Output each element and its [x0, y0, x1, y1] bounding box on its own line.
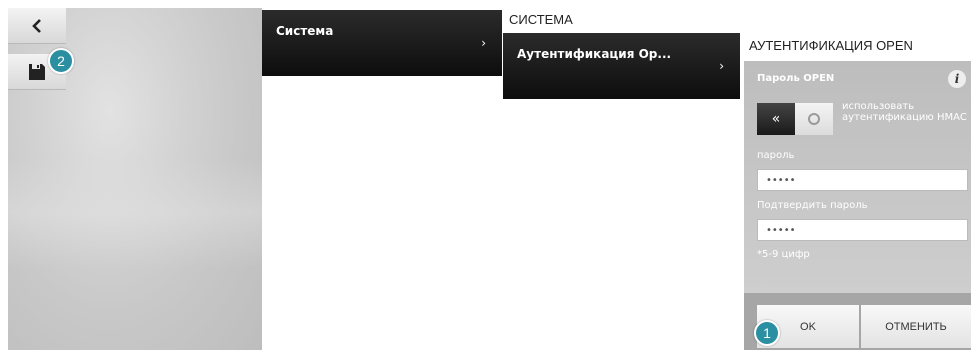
column-title-system: СИСТЕМА: [509, 12, 573, 27]
hmac-toggle-label: использовать аутентификацию HMAC: [842, 101, 967, 123]
password-label: пароль: [757, 150, 795, 161]
password-field[interactable]: •••••: [757, 169, 968, 191]
field-heading: Пароль OPEN: [757, 73, 835, 84]
menu-item-system-label: Система: [276, 24, 334, 38]
confirm-password-field[interactable]: •••••: [757, 219, 968, 241]
callout-2: 2: [48, 48, 74, 74]
menu-item-open-auth[interactable]: Аутентификация Op... ›: [503, 33, 740, 99]
button-bar: OK ОТМЕНИТЬ: [744, 293, 971, 350]
confirm-password-label: Подтвердить пароль: [757, 200, 868, 211]
chevron-left-icon: [32, 18, 41, 33]
menu-item-system[interactable]: Система ›: [262, 10, 502, 76]
hmac-toggle[interactable]: «: [757, 103, 833, 135]
panel-title: АУТЕНТИФИКАЦИЯ OPEN: [749, 38, 913, 53]
back-button[interactable]: [8, 8, 66, 44]
chevron-right-icon: ›: [481, 36, 486, 50]
cancel-button[interactable]: ОТМЕНИТЬ: [861, 305, 971, 348]
open-auth-form: Пароль OPEN i « использовать аутентифика…: [744, 61, 971, 350]
floppy-disk-icon: [29, 63, 45, 80]
callout-1: 1: [754, 320, 780, 346]
chevron-right-icon: ›: [719, 59, 724, 73]
info-icon[interactable]: i: [948, 70, 966, 88]
circle-icon: [808, 113, 820, 125]
menu-item-open-auth-label: Аутентификация Op...: [517, 47, 672, 61]
toggle-knob: [795, 103, 833, 135]
hint-text: *5-9 цифр: [757, 249, 810, 260]
double-chevron-left-icon: «: [757, 103, 795, 135]
background-haze: [8, 158, 262, 268]
